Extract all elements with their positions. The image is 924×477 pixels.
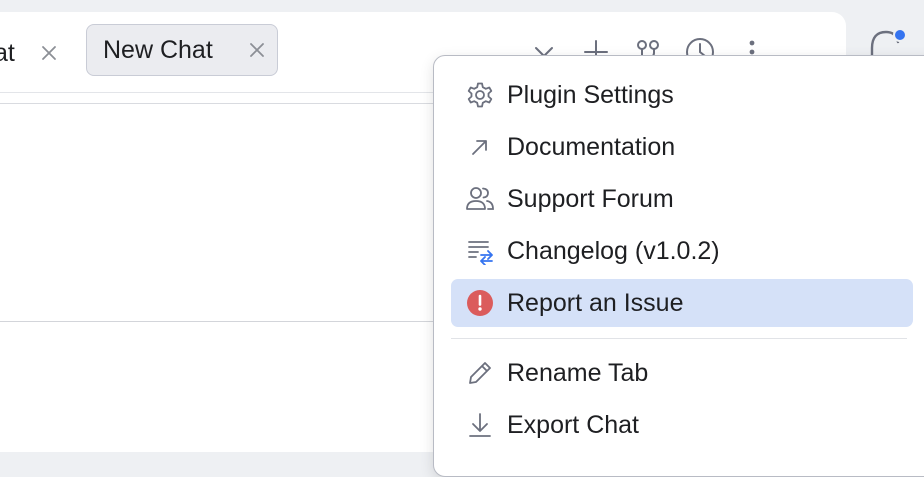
header-divider xyxy=(0,92,440,93)
changelog-icon xyxy=(465,236,495,266)
gear-icon xyxy=(465,80,495,110)
menu-item-label: Rename Tab xyxy=(507,358,649,387)
menu-item-label: Report an Issue xyxy=(507,288,684,317)
tab-new-chat[interactable]: New Chat xyxy=(86,24,278,76)
content-divider-top xyxy=(0,103,440,104)
external-link-arrow-icon xyxy=(465,132,495,162)
users-icon xyxy=(465,184,495,214)
error-circle-icon xyxy=(465,288,495,318)
close-icon[interactable] xyxy=(37,41,61,65)
menu-item-plugin-settings[interactable]: Plugin Settings xyxy=(451,71,913,119)
tab-label: New Chat xyxy=(103,35,213,64)
download-icon xyxy=(465,410,495,440)
menu-item-label: Plugin Settings xyxy=(507,80,674,109)
menu-item-export-chat[interactable]: Export Chat xyxy=(451,401,913,449)
menu-item-changelog[interactable]: Changelog (v1.0.2) xyxy=(451,227,913,275)
content-divider-middle xyxy=(0,321,440,322)
menu-item-label: Export Chat xyxy=(507,410,640,439)
menu-item-label: Documentation xyxy=(507,132,676,161)
menu-item-documentation[interactable]: Documentation xyxy=(451,123,913,171)
overflow-menu: Plugin Settings Documentation Support Fo… xyxy=(433,55,924,477)
menu-item-report-issue[interactable]: Report an Issue xyxy=(451,279,913,327)
tab-label: at xyxy=(0,38,15,67)
menu-separator xyxy=(451,338,907,339)
menu-item-rename-tab[interactable]: Rename Tab xyxy=(451,349,913,397)
notification-badge xyxy=(893,28,907,42)
pencil-icon xyxy=(465,358,495,388)
close-icon[interactable] xyxy=(245,38,269,62)
menu-item-support-forum[interactable]: Support Forum xyxy=(451,175,913,223)
menu-item-label: Support Forum xyxy=(507,184,674,213)
menu-item-label: Changelog (v1.0.2) xyxy=(507,236,720,265)
tab-previous-chat[interactable]: at xyxy=(0,27,61,79)
